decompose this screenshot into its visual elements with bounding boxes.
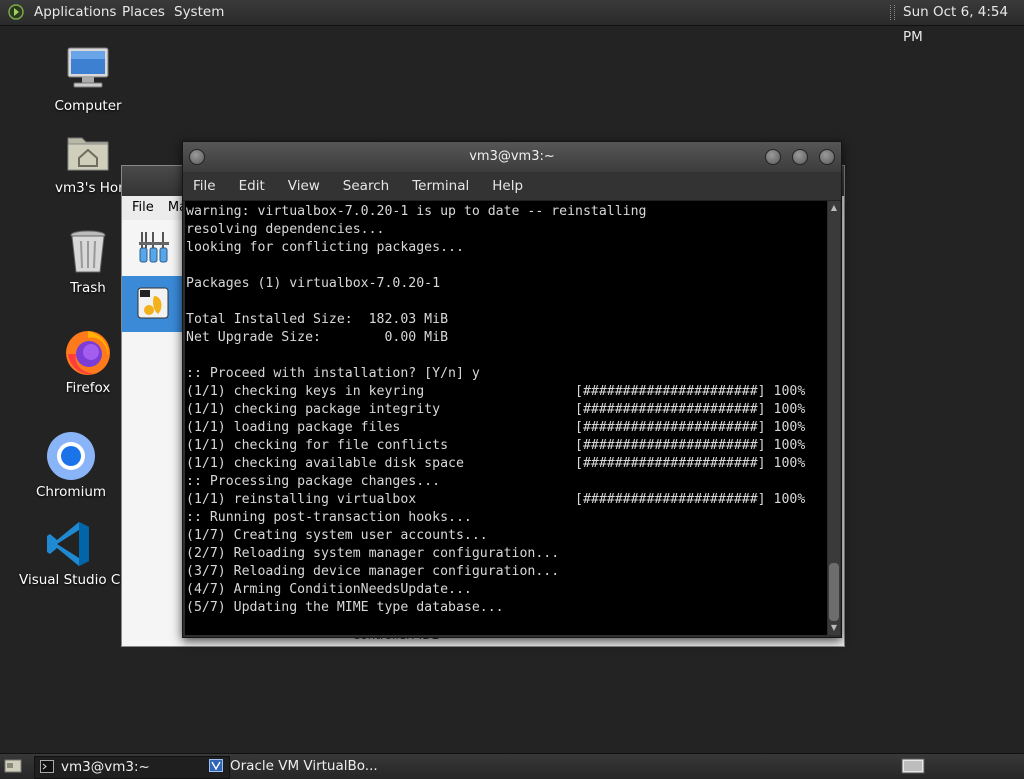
terminal-titlebar[interactable]: vm3@vm3:~ [183,142,841,172]
terminal-menu-help[interactable]: Help [492,178,523,194]
desktop-icon-computer[interactable]: Computer [33,44,143,114]
scroll-up-icon[interactable]: ▲ [828,201,840,215]
scrollbar-thumb[interactable] [829,563,839,621]
scroll-down-icon[interactable]: ▼ [828,621,840,635]
panel-separator [890,5,895,20]
terminal-title: vm3@vm3:~ [469,149,555,164]
chromium-icon [45,430,97,482]
terminal-scrollbar[interactable]: ▲ ▼ [828,201,840,635]
bottom-panel: vm3@vm3:~ Oracle VM VirtualBo... [0,753,1024,779]
clock[interactable]: Sun Oct 6, 4:54 PM [903,0,1024,50]
terminal-menu-view[interactable]: View [288,178,320,194]
vbox-tools-item[interactable] [122,220,184,276]
terminal-text: warning: virtualbox-7.0.20-1 is up to da… [186,204,806,615]
terminal-icon [40,760,54,773]
workspace-switcher-icon[interactable] [901,758,925,774]
virtualbox-icon [209,759,223,772]
vscode-icon [43,518,95,570]
taskbar-item-label: vm3@vm3:~ [61,759,150,775]
gnome-foot-icon[interactable] [8,4,24,20]
desktop-icon-label: Visual Studio Code [19,572,121,588]
terminal-menu-file[interactable]: File [193,178,216,194]
minimize-icon[interactable] [765,149,781,165]
close-icon[interactable] [819,149,835,165]
desktop-icon-label: Computer [54,98,122,114]
taskbar-item-virtualbox[interactable]: Oracle VM VirtualBo... [204,756,394,777]
desktop-icon-label: vm3's Home [55,180,121,196]
desktop-icon-vscode[interactable]: Visual Studio Code [16,518,121,588]
menu-places[interactable]: Places [122,0,165,25]
vbox-vm-item-selected[interactable] [122,276,184,332]
firefox-icon [62,326,114,378]
terminal-menu-search[interactable]: Search [343,178,389,194]
terminal-menu-terminal[interactable]: Terminal [412,178,469,194]
trash-icon [62,226,114,278]
window-menu-icon[interactable] [189,149,205,165]
vbox-menu-file[interactable]: File [132,200,154,215]
desktop-icon-chromium[interactable]: Chromium [16,430,126,500]
menu-system[interactable]: System [174,0,224,25]
show-desktop-icon[interactable] [4,758,22,774]
menu-applications[interactable]: Applications [34,0,116,25]
taskbar-item-terminal[interactable]: vm3@vm3:~ [34,756,230,779]
desktop-icon-label: Chromium [35,484,107,500]
terminal-output[interactable]: warning: virtualbox-7.0.20-1 is up to da… [185,201,827,635]
taskbar-item-label: Oracle VM VirtualBo... [230,758,378,774]
top-panel: Applications Places System Sun Oct 6, 4:… [0,0,1024,45]
vm-os-icon [137,287,169,319]
terminal-window[interactable]: vm3@vm3:~ File Edit View Search Terminal Help… [182,141,842,638]
maximize-icon[interactable] [792,149,808,165]
tools-icon [139,232,169,263]
computer-icon [62,44,114,96]
home-folder-icon [62,126,114,178]
terminal-menu-edit[interactable]: Edit [239,178,265,194]
terminal-menubar: File Edit View Search Terminal Help [183,172,841,201]
vbox-machine-list [122,220,184,646]
